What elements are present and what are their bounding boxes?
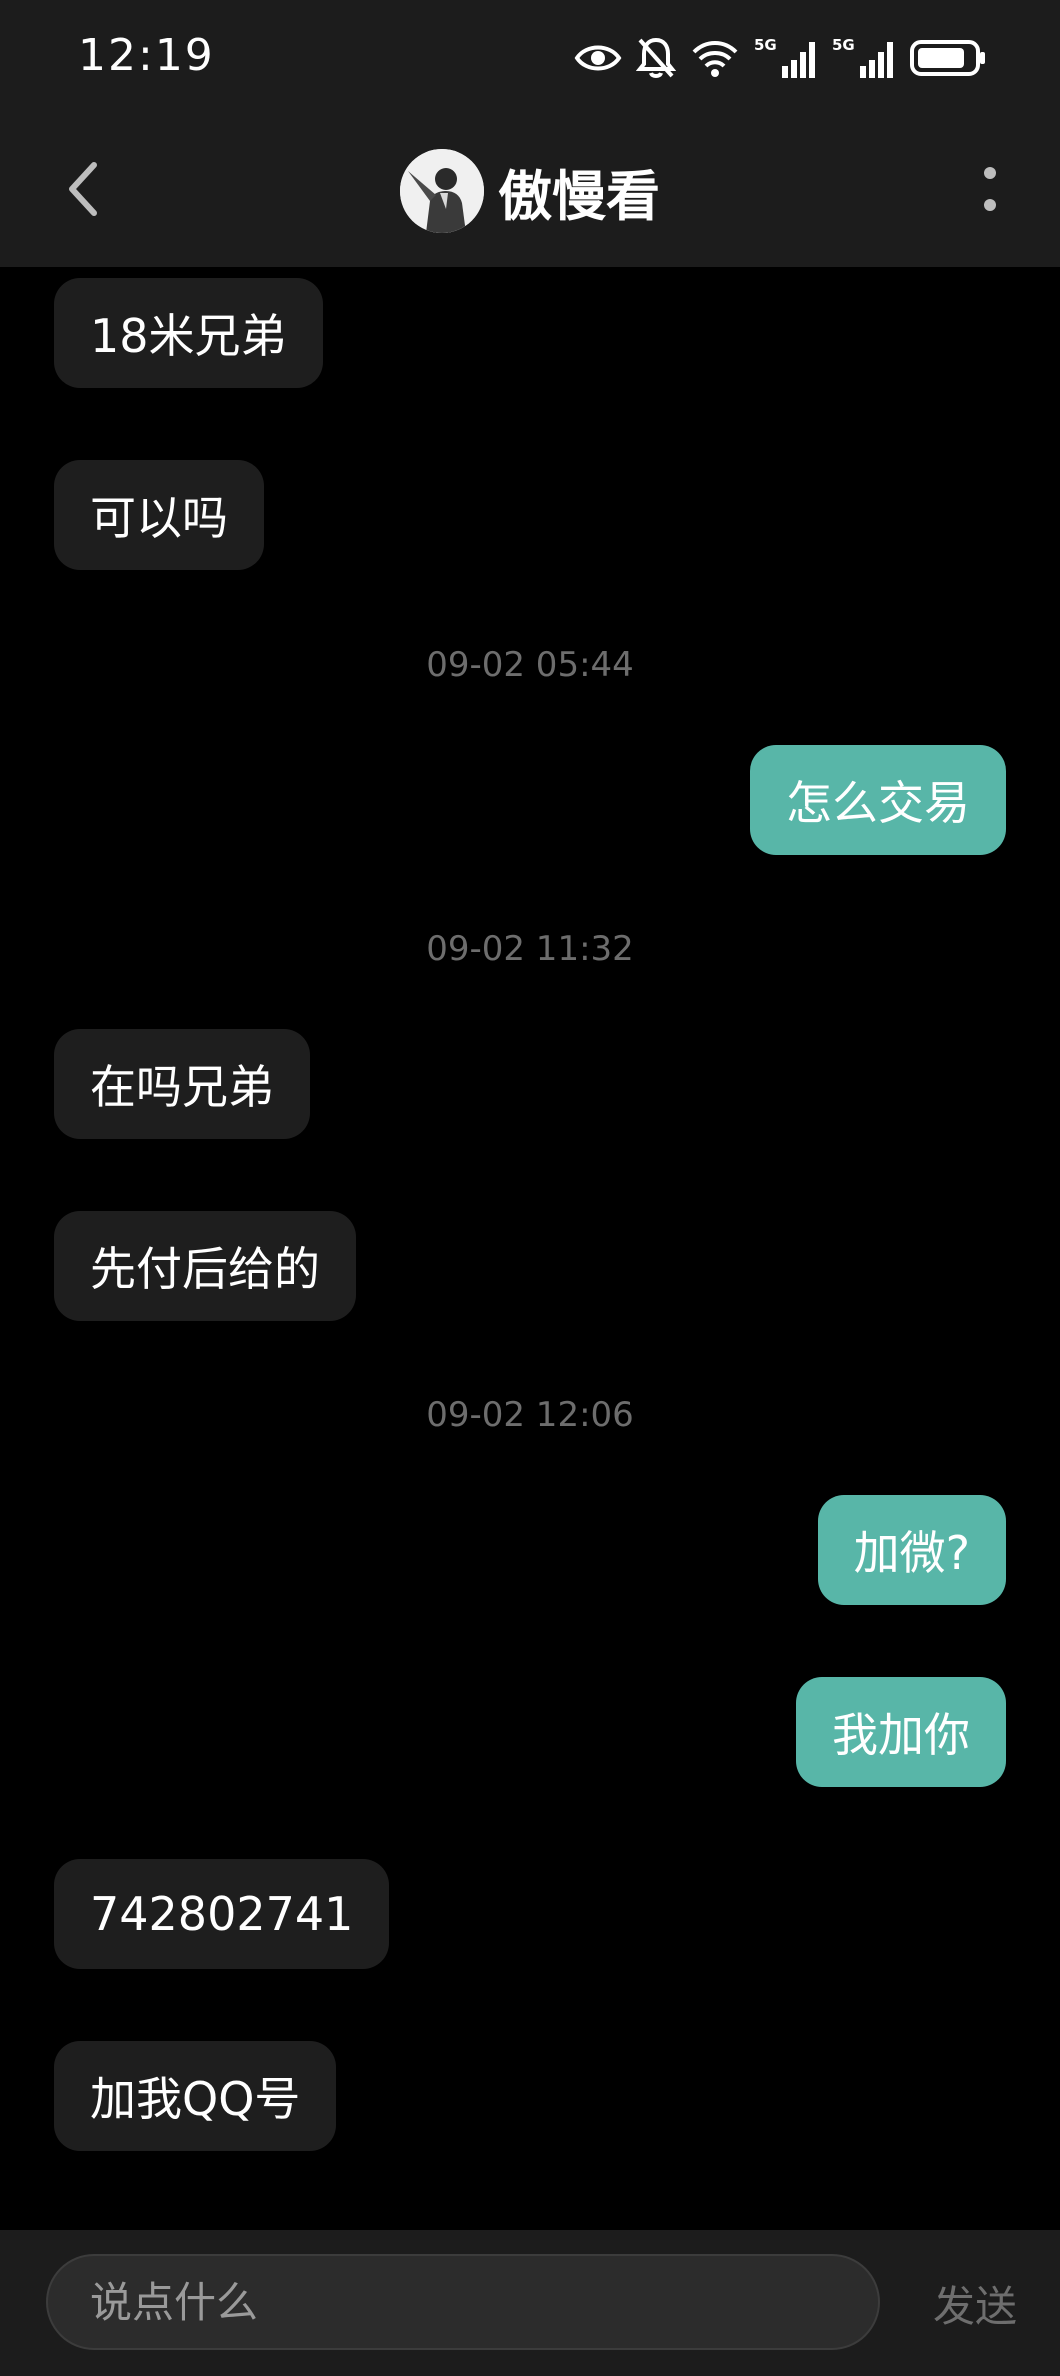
message-timestamp: 09-02 12:06: [426, 1395, 634, 1435]
outgoing-message[interactable]: 怎么交易: [750, 745, 1006, 855]
message-input[interactable]: [46, 2254, 880, 2350]
chat-title: 傲慢看: [498, 164, 660, 228]
avatar[interactable]: [400, 149, 484, 233]
status-time: 12:19: [78, 30, 215, 81]
status-icons: 5G 5G: [574, 34, 986, 82]
chat-header: 傲慢看: [0, 115, 1060, 267]
bell-off-icon: [636, 36, 676, 80]
wifi-icon: [690, 36, 740, 80]
eye-icon: [574, 38, 622, 78]
network-label: 5G: [754, 36, 777, 54]
input-bar: 发送: [0, 2230, 1060, 2376]
incoming-message[interactable]: 加我QQ号: [54, 2041, 337, 2151]
status-bar: 12:19 5G 5G: [0, 0, 1060, 115]
send-button[interactable]: 发送: [910, 2268, 1040, 2338]
outgoing-message[interactable]: 加微?: [817, 1495, 1006, 1605]
message-timestamp: 09-02 11:32: [426, 929, 634, 969]
message-list[interactable]: 18米兄弟 可以吗 09-02 05:44 怎么交易 09-02 11:32 在…: [0, 267, 1060, 2230]
chat-title-group[interactable]: 傲慢看: [0, 141, 1060, 241]
incoming-message[interactable]: 在吗兄弟: [54, 1029, 310, 1139]
incoming-message[interactable]: 可以吗: [54, 460, 264, 570]
more-options-button[interactable]: [950, 151, 1030, 231]
message-timestamp: 09-02 05:44: [426, 645, 634, 685]
incoming-message[interactable]: 18米兄弟: [54, 278, 323, 388]
signal-5g-icon: 5G: [754, 36, 818, 80]
signal-5g-icon: 5G: [832, 36, 896, 80]
more-vertical-icon: [982, 165, 998, 217]
battery-icon: [910, 38, 986, 78]
network-label: 5G: [832, 36, 855, 54]
outgoing-message[interactable]: 我加你: [796, 1677, 1006, 1787]
incoming-message[interactable]: 先付后给的: [54, 1211, 356, 1321]
incoming-message[interactable]: 742802741: [54, 1859, 390, 1969]
